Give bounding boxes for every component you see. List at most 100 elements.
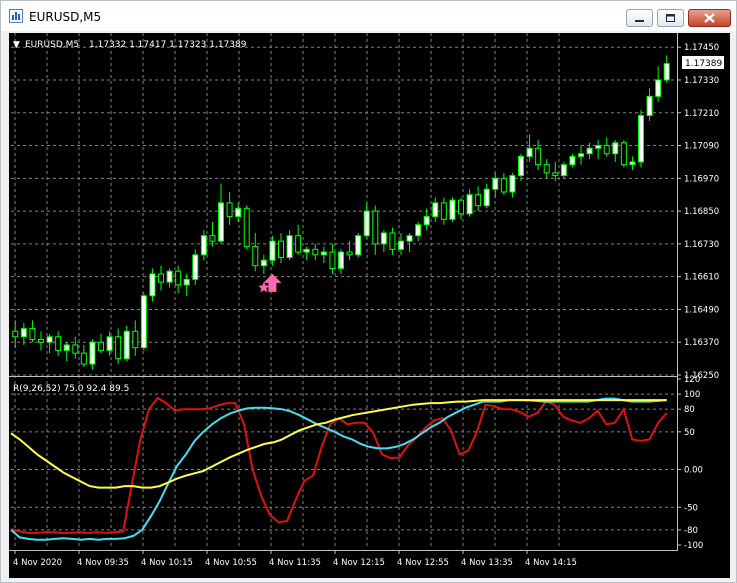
chart-menu-icon[interactable]: ▼ (13, 40, 20, 50)
candle (12, 320, 19, 348)
symbol-timeframe: EURUSD,M5 (25, 40, 79, 50)
candle-body (123, 330, 130, 360)
candle (355, 232, 362, 258)
pane-separator (9, 376, 677, 377)
candle-body (20, 328, 27, 338)
candle (560, 161, 567, 179)
candle (243, 205, 250, 250)
time-label: 4 Nov 14:15 (525, 558, 577, 568)
candle (526, 134, 533, 162)
time-axis-line (9, 550, 678, 551)
candle (389, 227, 396, 255)
indicator-tick-label: 50 (684, 428, 695, 438)
candle-body (415, 224, 422, 237)
candle (440, 197, 447, 225)
candle (638, 110, 644, 168)
candle (55, 331, 62, 356)
indicator-tick-label: -100 (684, 541, 703, 551)
minimize-button[interactable] (626, 9, 653, 27)
candle-body (466, 194, 473, 215)
ohlc-values: 1.17332 1.17417 1.17323 1.17389 (89, 40, 247, 50)
candle-body (509, 175, 516, 193)
candle-body (543, 164, 550, 174)
candle-body (149, 273, 156, 297)
candle-body (646, 95, 653, 116)
chart-canvas[interactable]: 1.17450 1.17330 1.17210 1.17090 1.16970 1.168… (9, 33, 730, 578)
candle-body (432, 202, 439, 218)
candle-body (560, 164, 567, 177)
candle (483, 183, 490, 209)
candle (380, 230, 387, 253)
candle-body (440, 202, 447, 220)
candle (449, 197, 456, 223)
candle (432, 197, 439, 223)
price-tick-label: 1.16490 (684, 305, 719, 315)
time-label: 4 Nov 2020 (13, 558, 62, 568)
candle (252, 232, 259, 272)
candle (295, 224, 302, 255)
chart-window: EURUSD,M5 1.17450 1.17330 1.17210 1.17090 1.… (0, 0, 737, 583)
candle-body (406, 235, 413, 242)
candle-body (252, 246, 259, 267)
candle (46, 334, 53, 354)
candle-body (518, 155, 524, 177)
candle (158, 265, 164, 291)
candle-body (492, 177, 499, 190)
title-bar[interactable]: EURUSD,M5 (1, 1, 736, 31)
time-label: 4 Nov 12:15 (333, 558, 385, 568)
candle-body (175, 270, 182, 286)
candle-body (483, 188, 490, 207)
candle-body (620, 142, 627, 166)
candle (372, 205, 379, 255)
candle-body (578, 153, 584, 157)
time-label: 4 Nov 12:55 (397, 558, 449, 568)
candle-body (458, 199, 464, 215)
candle-body (320, 251, 327, 256)
current-price-label: 1.17389 (685, 59, 722, 69)
candle (209, 222, 216, 247)
candle (338, 249, 344, 274)
candle (192, 249, 199, 285)
candle (278, 232, 284, 263)
candle-body (89, 341, 96, 365)
candle-body (586, 147, 593, 155)
price-tick-label: 1.17210 (684, 109, 719, 119)
candle (235, 202, 242, 223)
candle-body (346, 251, 353, 256)
time-label: 4 Nov 11:35 (269, 558, 321, 568)
candle-body (243, 207, 250, 248)
candle-body (612, 142, 619, 155)
candle (535, 140, 542, 171)
price-tick-label: 1.16370 (684, 338, 719, 348)
maximize-button[interactable] (657, 9, 684, 27)
candle-body (595, 145, 602, 149)
candle-body (569, 155, 576, 166)
close-button[interactable] (688, 9, 731, 27)
candle-body (218, 202, 224, 242)
time-label: 4 Nov 10:55 (205, 558, 257, 568)
candle-body (603, 145, 610, 155)
star-icon (258, 281, 270, 293)
candle (475, 186, 482, 212)
candle-body (500, 177, 507, 193)
candle (166, 268, 173, 288)
price-axis-line (677, 33, 678, 550)
candle-body (115, 336, 122, 360)
candle (260, 254, 267, 274)
chart-area[interactable]: 1.17450 1.17330 1.17210 1.17090 1.16970 1.168… (9, 33, 730, 578)
candle-body (166, 270, 173, 283)
candle-body (209, 235, 216, 242)
candle-body (63, 344, 70, 351)
candle-body (552, 172, 559, 177)
candle-body (140, 295, 147, 349)
candle (183, 273, 190, 296)
candle (492, 172, 499, 198)
yellow-line (10, 399, 667, 489)
candle-body (663, 63, 670, 81)
candle-body (260, 259, 267, 267)
candle-body (526, 147, 533, 157)
candle (200, 230, 207, 261)
price-tick-label: 1.17090 (684, 142, 719, 152)
candle (89, 339, 96, 370)
candle-body (55, 336, 62, 351)
